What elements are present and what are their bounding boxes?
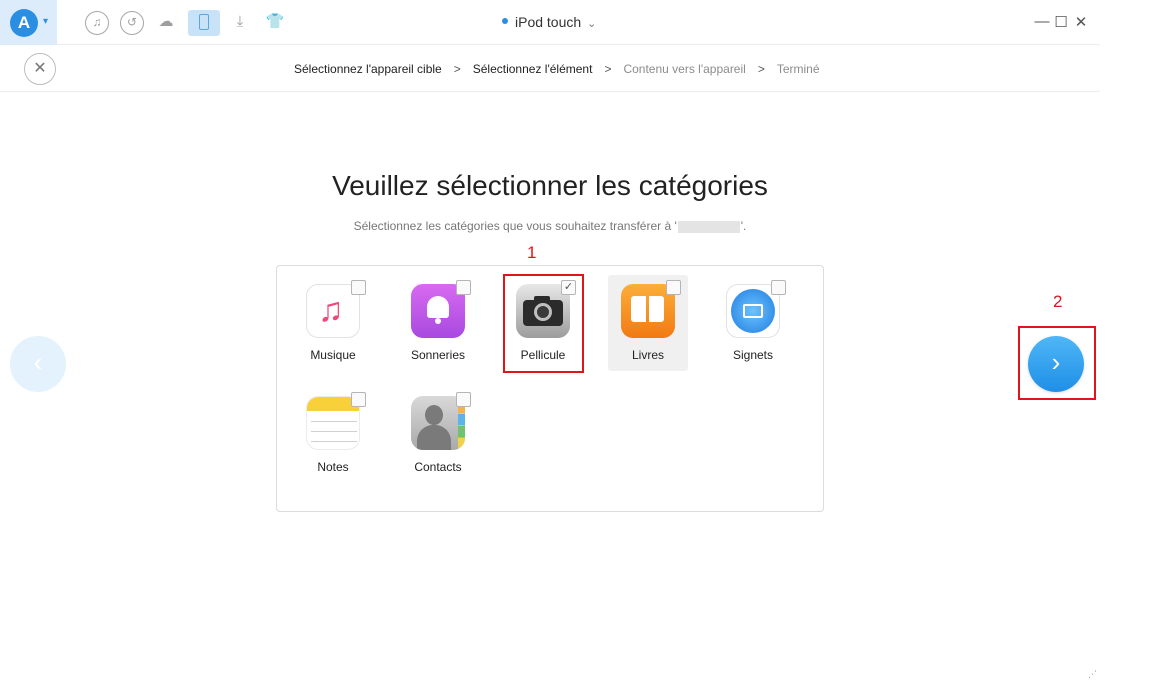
maximize-icon[interactable]: ☐ — [1053, 13, 1069, 31]
app-window: A ▾ ♫ ↺ ☁ ⤓ 👕 iPod touch ⌄ — ☐ ✕ ✕ Sélect… — [0, 0, 1100, 681]
annotation-frame-pellicule — [503, 274, 584, 373]
background-area — [1100, 0, 1167, 681]
tshirt-icon[interactable]: 👕 — [263, 11, 287, 35]
close-wizard-button[interactable]: ✕ — [24, 53, 56, 85]
breadcrumb: Sélectionnez l'appareil cible > Sélectionn… — [294, 62, 820, 76]
annotation-number-2: 2 — [1053, 292, 1063, 311]
category-checkbox[interactable] — [351, 280, 366, 295]
category-sonneries[interactable]: Sonneries — [398, 275, 478, 371]
page-title: Veuillez sélectionner les catégories — [332, 170, 768, 201]
category-notes[interactable]: Notes — [293, 387, 373, 483]
step-select-target: Sélectionnez l'appareil cible — [294, 62, 442, 76]
step-content-to-device: Contenu vers l'appareil — [623, 62, 746, 76]
category-checkbox[interactable] — [456, 280, 471, 295]
restore-icon[interactable]: ↺ — [120, 11, 144, 35]
minimize-icon[interactable]: — — [1034, 13, 1050, 30]
caret-down-icon: ▾ — [43, 16, 49, 27]
category-checkbox[interactable] — [351, 392, 366, 407]
next-button[interactable]: › — [1028, 336, 1084, 392]
step-separator: > — [757, 62, 765, 76]
step-done: Terminé — [776, 62, 820, 76]
category-livres[interactable]: Livres — [608, 275, 688, 371]
category-checkbox[interactable] — [666, 280, 681, 295]
cloud-icon[interactable]: ☁ — [154, 11, 178, 35]
device-name: iPod touch — [515, 14, 582, 30]
music-note-icon[interactable]: ♫ — [85, 11, 109, 35]
close-icon[interactable]: ✕ — [1073, 13, 1089, 31]
category-checkbox[interactable] — [456, 392, 471, 407]
step-separator: > — [453, 62, 461, 76]
step-bar: ✕ Sélectionnez l'appareil cible > Sélectio… — [0, 45, 1100, 92]
redacted-device-name — [677, 220, 740, 233]
previous-button[interactable]: ‹ — [10, 336, 66, 392]
app-menu-button[interactable]: A ▾ — [0, 0, 57, 45]
page-subtitle: Sélectionnez les catégories que vous sou… — [353, 219, 747, 233]
chevron-down-icon: ⌄ — [587, 18, 597, 30]
category-contacts[interactable]: Contacts — [398, 387, 478, 483]
category-checkbox[interactable] — [771, 280, 786, 295]
category-signets[interactable]: Signets — [713, 275, 793, 371]
phone-icon[interactable] — [188, 10, 220, 36]
device-status-dot — [502, 18, 508, 25]
annotation-number-1: 1 — [527, 243, 537, 262]
download-icon[interactable]: ⤓ — [228, 11, 252, 35]
step-separator: > — [604, 62, 612, 76]
device-selector[interactable]: iPod touch ⌄ — [502, 14, 596, 30]
category-musique[interactable]: ♫ Musique — [293, 275, 373, 371]
app-logo-icon: A — [10, 9, 38, 37]
title-bar: A ▾ ♫ ↺ ☁ ⤓ 👕 iPod touch ⌄ — ☐ ✕ — [0, 0, 1100, 45]
resize-grip-icon[interactable]: ⋰ — [1088, 669, 1097, 680]
step-select-item: Sélectionnez l'élément — [472, 62, 593, 76]
